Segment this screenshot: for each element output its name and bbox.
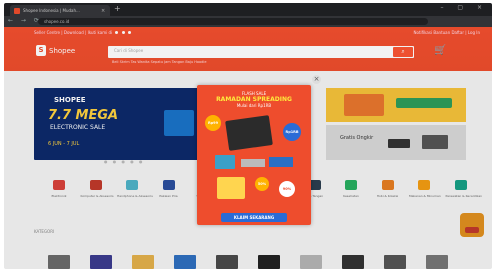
popup-title: RAMADAN SPREADING — [216, 96, 292, 103]
product-image — [241, 159, 265, 167]
popup-subtitle: Mulai dari Rp1RB — [236, 103, 272, 108]
character-image — [217, 177, 245, 199]
promo-popup[interactable]: FLASH SALE RAMADAN SPREADING Mulai dari … — [197, 85, 311, 225]
claim-button[interactable]: KLAIM SEKARANG — [221, 213, 287, 222]
discount-bubble: 90% — [279, 181, 295, 197]
close-popup-icon[interactable]: × — [312, 75, 321, 84]
discount-bubble: 50% — [255, 177, 269, 191]
tablet-image — [225, 115, 273, 151]
product-image — [215, 155, 235, 169]
price-bubble: Rp99 — [205, 115, 221, 131]
price-bubble: Rp1RB — [283, 123, 301, 141]
browser-window: Shopee Indonesia | Mudah... × + – ▢ × ← … — [4, 3, 492, 269]
product-image — [269, 157, 293, 167]
